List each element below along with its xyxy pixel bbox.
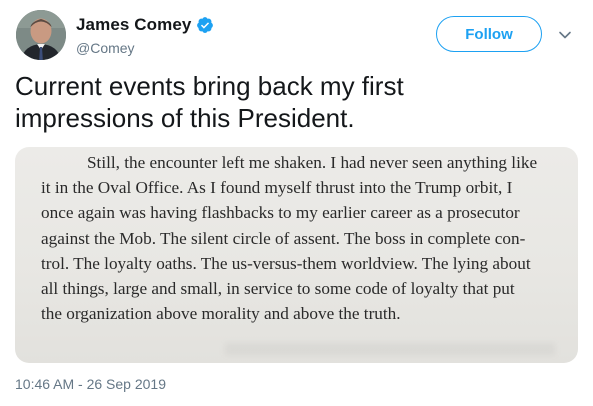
book-page-line: it in the Oval Office. As I found myself…: [41, 178, 513, 198]
book-page-text: Still, the encounter left me shaken. I h…: [41, 150, 561, 326]
tweet-card: James Comey @Comey Follow Current events…: [0, 0, 593, 406]
book-page-line: trol. The loyalty oaths. The us-versus-t…: [41, 253, 531, 273]
book-page-line: Still, the encounter left me shaken. I h…: [87, 153, 538, 172]
tweet-text: Current events bring back my first impre…: [15, 71, 404, 133]
tweet-media-image[interactable]: Still, the encounter left me shaken. I h…: [15, 147, 578, 363]
avatar[interactable]: [16, 10, 66, 60]
tweet-timestamp[interactable]: 10:46 AM - 26 Sep 2019: [15, 376, 166, 392]
bleed-through-shadow: [225, 343, 555, 355]
chevron-down-icon[interactable]: [558, 28, 572, 42]
display-name[interactable]: James Comey: [76, 15, 191, 35]
verified-badge-icon: [196, 16, 214, 34]
book-page-line: once again was having flashbacks to my e…: [41, 203, 520, 223]
author-name-row: James Comey: [76, 14, 214, 36]
avatar-photo: [16, 10, 66, 60]
book-page-line: all things, large and small, in service …: [41, 279, 515, 299]
book-page-line: against the Mob. The silent circle of as…: [41, 228, 526, 248]
follow-button[interactable]: Follow: [436, 16, 542, 52]
author-info: James Comey @Comey: [76, 14, 214, 56]
book-page-line: the organization above morality and abov…: [41, 304, 401, 324]
author-handle[interactable]: @Comey: [76, 40, 214, 56]
